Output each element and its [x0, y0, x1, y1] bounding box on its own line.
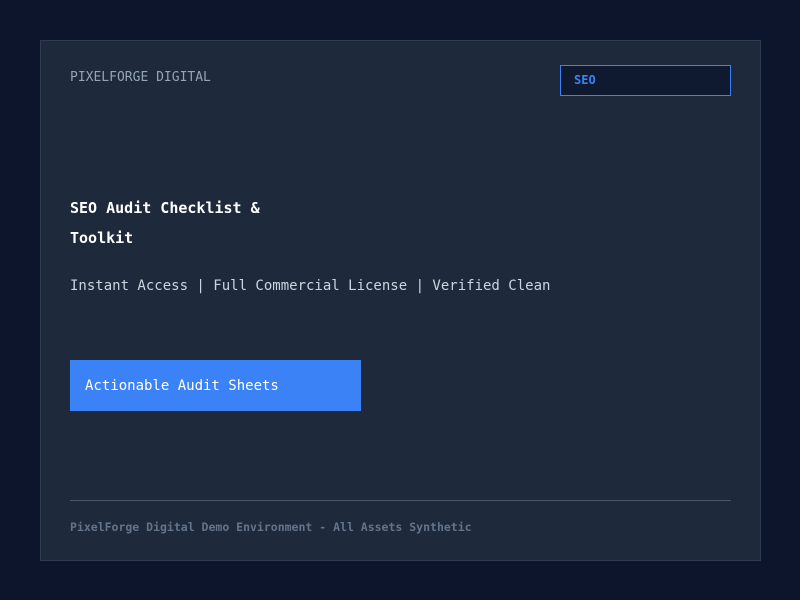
brand-name: PIXELFORGE DIGITAL [70, 70, 211, 85]
footer-divider [70, 500, 731, 501]
product-features: Instant Access | Full Commercial License… [70, 278, 551, 294]
page-title: SEO Audit Checklist & Toolkit [70, 199, 260, 247]
footer-note: PixelForge Digital Demo Environment - Al… [70, 520, 472, 534]
audit-sheets-button[interactable]: Actionable Audit Sheets [70, 360, 361, 411]
product-panel: PIXELFORGE DIGITAL SEO SEO Audit Checkli… [40, 40, 761, 561]
category-tag: SEO [560, 65, 731, 96]
